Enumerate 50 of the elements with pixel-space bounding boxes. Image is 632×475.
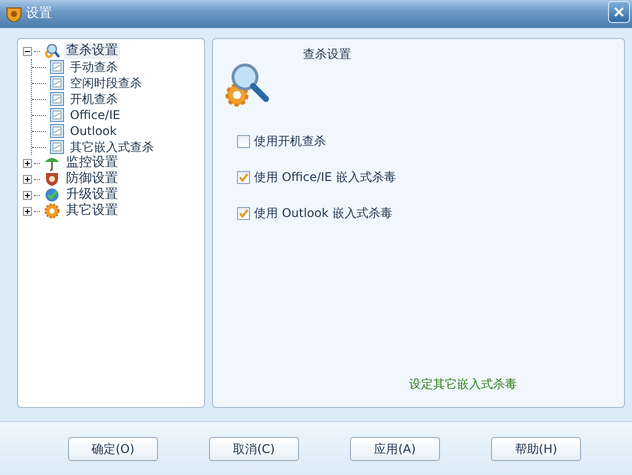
checkbox[interactable] (237, 171, 250, 184)
umbrella-icon (44, 155, 60, 171)
gear-icon (44, 203, 60, 219)
expand-toggle[interactable] (23, 46, 32, 56)
dialog-button[interactable]: 确定(O) (68, 437, 158, 461)
page-icon (50, 76, 64, 90)
tree-item[interactable]: 其它嵌入式查杀 (68, 139, 156, 155)
check-icon (238, 208, 249, 219)
tree-item[interactable]: 其它设置 (64, 203, 120, 219)
tree-item[interactable]: 监控设置 (64, 155, 120, 171)
page-icon (50, 92, 64, 106)
checkbox[interactable] (237, 135, 250, 148)
magnifier-gear-icon (44, 43, 60, 59)
tree-item[interactable]: 手动查杀 (68, 59, 120, 75)
close-icon (614, 7, 624, 17)
checkbox[interactable] (237, 207, 250, 220)
panel-heading: 查杀设置 (303, 46, 351, 63)
tree-item[interactable]: Outlook (68, 123, 119, 139)
dialog-button[interactable]: 帮助(H) (491, 437, 581, 461)
globe-check-icon (44, 187, 60, 203)
shield-icon (44, 171, 60, 187)
page-icon (50, 140, 64, 154)
dialog-button[interactable]: 取消(C) (209, 437, 299, 461)
page-icon (50, 108, 64, 122)
shield-logo-icon (6, 6, 22, 22)
tree-item[interactable]: 升级设置 (64, 187, 120, 203)
tree-item[interactable]: 防御设置 (64, 171, 120, 187)
plus-icon (24, 160, 31, 166)
close-button[interactable] (608, 1, 630, 23)
hint-text: 设定其它嵌入式杀毒 (409, 376, 518, 393)
magnifier-gear-icon (223, 61, 269, 107)
tree-item[interactable]: 查杀设置 (64, 43, 120, 59)
checkbox-label: 使用 Outlook 嵌入式杀毒 (254, 207, 392, 220)
checkbox-label: 使用开机查杀 (254, 135, 326, 148)
checkbox-label: 使用 Office/IE 嵌入式杀毒 (254, 171, 396, 184)
plus-icon (24, 176, 31, 182)
expand-toggle[interactable] (23, 206, 32, 216)
tree-item[interactable]: 开机查杀 (68, 91, 120, 107)
tree-item[interactable]: 空闲时段查杀 (68, 75, 144, 91)
tree-item[interactable]: Office/IE (68, 107, 122, 123)
page-icon (50, 124, 64, 138)
check-icon (238, 172, 249, 183)
expand-toggle[interactable] (23, 190, 32, 200)
expand-toggle[interactable] (23, 174, 32, 184)
expand-toggle[interactable] (23, 158, 32, 168)
dialog-button[interactable]: 应用(A) (350, 437, 440, 461)
plus-icon (24, 208, 31, 214)
page-icon (50, 60, 64, 74)
plus-icon (24, 192, 31, 198)
window-title: 设置 (26, 5, 53, 24)
